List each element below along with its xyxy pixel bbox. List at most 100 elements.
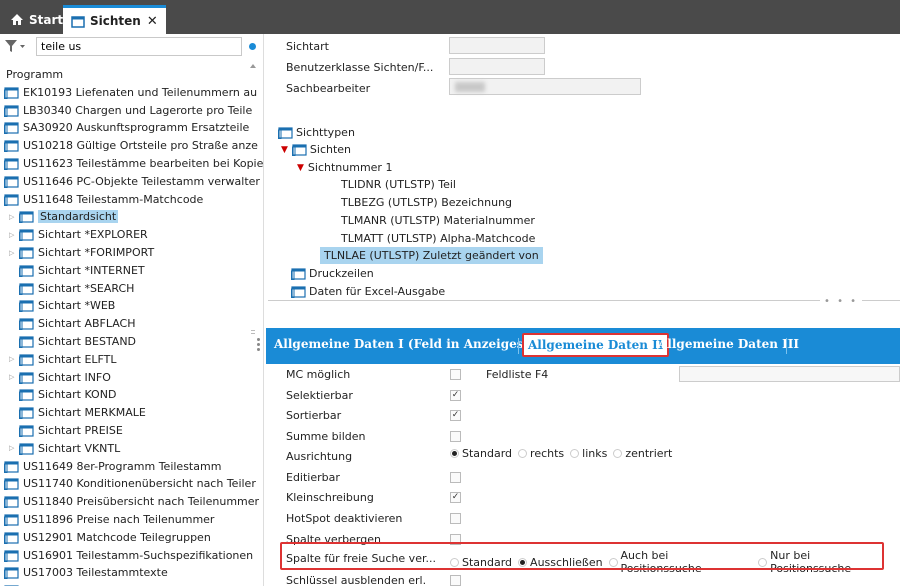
expand-triangle-icon[interactable]: ▼ xyxy=(281,145,288,155)
view-item[interactable]: ▷ Sichtart *FORIMPORT xyxy=(9,244,155,261)
tab-separator xyxy=(518,338,519,354)
view-item[interactable]: ▷ Sichtart ELFTL xyxy=(9,351,117,368)
ausrichtung-radio[interactable]: zentriert xyxy=(613,447,672,460)
field-label-sichtart: Sichtart xyxy=(286,40,329,53)
tab-sichten[interactable]: Sichten ✕ xyxy=(63,5,166,34)
program-item[interactable]: US11649 8er-Programm Teilestamm xyxy=(4,458,221,475)
structure-druckzeilen[interactable]: Druckzeilen xyxy=(291,265,374,282)
program-item[interactable]: US11648 Teilestamm-Matchcode xyxy=(4,191,203,208)
structure-field[interactable]: TLMANR (UTLSTP) Materialnummer xyxy=(341,212,535,229)
expand-caret-icon[interactable]: ▷ xyxy=(9,444,14,452)
view-item[interactable]: ▷ Sichtart VKNTL xyxy=(9,440,120,457)
program-item[interactable]: US10218 Gültige Ortsteile pro Straße anz… xyxy=(4,137,258,154)
tab-allgemeine-2[interactable]: Allgemeine Daten II xyxy=(522,333,670,357)
window-icon xyxy=(19,210,34,224)
expand-caret-icon[interactable]: ▷ xyxy=(9,231,14,239)
window-icon xyxy=(19,299,34,313)
property-label: Schlüssel ausblenden erl. xyxy=(286,574,427,587)
expand-caret-icon[interactable]: ▷ xyxy=(9,213,14,221)
more-dots[interactable]: • • • xyxy=(820,296,863,307)
structure-sichttypen[interactable]: Sichttypen xyxy=(278,124,355,141)
view-item[interactable]: Sichtart ABFLACH xyxy=(19,315,136,332)
property-checkbox[interactable] xyxy=(450,575,461,586)
tab-start[interactable]: Start xyxy=(4,5,69,34)
window-icon xyxy=(4,566,19,580)
program-item-label: US17003 Teilestammtexte xyxy=(23,566,168,580)
property-checkbox[interactable]: ✓ xyxy=(450,410,461,421)
window-icon xyxy=(4,157,19,170)
window-icon xyxy=(4,460,19,473)
window-icon xyxy=(4,121,19,135)
structure-sichten[interactable]: ▼ Sichten xyxy=(281,141,351,158)
program-item[interactable]: US11740 Konditionenübersicht nach Teiler xyxy=(4,475,256,492)
ausrichtung-radio[interactable]: rechts xyxy=(518,447,564,460)
property-checkbox[interactable] xyxy=(450,472,461,483)
program-item[interactable]: US11896 Preise nach Teilenummer xyxy=(4,511,214,528)
structure-field[interactable]: TLNLAE (UTLSTP) Zuletzt geändert von xyxy=(320,247,543,264)
program-item[interactable]: US17051 Auflistung Teilebezeichnungen xyxy=(4,582,244,586)
program-item-label: LB30340 Chargen und Lagerorte pro Teile xyxy=(23,103,253,117)
program-item-label: US11646 PC-Objekte Teilestamm verwalter xyxy=(23,174,260,188)
search-input[interactable] xyxy=(36,37,242,56)
property-checkbox[interactable] xyxy=(450,369,461,380)
ausrichtung-radio-label: zentriert xyxy=(625,447,673,460)
property-checkbox[interactable]: ✓ xyxy=(450,390,461,401)
close-icon[interactable]: ✕ xyxy=(147,14,158,29)
structure-field[interactable]: TLBEZG (UTLSTP) Bezeichnung xyxy=(341,194,512,211)
view-item[interactable]: Sichtart BESTAND xyxy=(19,333,136,350)
window-icon xyxy=(19,246,34,259)
structure-field[interactable]: TLIDNR (UTLSTP) Teil xyxy=(341,176,456,193)
program-item[interactable]: EK10193 Liefenaten und Teilenummern au xyxy=(4,84,257,101)
structure-sichttypen-label: Sichttypen xyxy=(296,126,355,139)
sichtart-field[interactable] xyxy=(449,37,545,54)
splitter-handle[interactable] xyxy=(257,336,261,356)
structure-sichtnummer[interactable]: ▼ Sichtnummer 1 xyxy=(297,159,392,176)
view-item[interactable]: Sichtart *WEB xyxy=(19,297,115,314)
program-item-label: EK10193 Liefenaten und Teilenummern au xyxy=(23,85,258,99)
program-item[interactable]: SA30920 Auskunftsprogramm Ersatzteile xyxy=(4,119,249,136)
view-item[interactable]: Sichtart PREISE xyxy=(19,422,123,439)
expand-triangle-icon[interactable]: ▼ xyxy=(297,163,304,173)
view-item[interactable]: Sichtart *INTERNET xyxy=(19,262,145,279)
view-item[interactable]: ▷ Sichtart INFO xyxy=(9,369,111,386)
ausrichtung-radio[interactable]: links xyxy=(570,447,607,460)
tab-allgemeine-3[interactable]: Allgemeine Daten III xyxy=(658,337,799,351)
window-icon xyxy=(4,495,19,509)
program-item-label: US11740 Konditionenübersicht nach Teiler xyxy=(23,477,256,491)
window-icon xyxy=(4,477,19,491)
window-icon xyxy=(4,531,19,544)
tree-root[interactable]: Programm xyxy=(6,66,63,83)
program-item[interactable]: US11646 PC-Objekte Teilestamm verwalter xyxy=(4,173,260,190)
expand-caret-icon[interactable]: ▷ xyxy=(9,355,14,363)
view-item[interactable]: Sichtart KOND xyxy=(19,386,116,403)
view-item[interactable]: Sichtart MERKMALE xyxy=(19,404,146,421)
view-item[interactable]: Sichtart *SEARCH xyxy=(19,280,134,297)
tab-allgemeine-1[interactable]: Allgemeine Daten I (Feld in Anzeigesicht… xyxy=(274,337,555,351)
program-item[interactable]: US17003 Teilestammtexte xyxy=(4,564,168,581)
feldliste-field[interactable] xyxy=(679,366,900,382)
program-item[interactable]: US11840 Preisübersicht nach Teilenummer xyxy=(4,493,259,510)
program-item[interactable]: LB30340 Chargen und Lagerorte pro Teile xyxy=(4,102,252,119)
view-item-label: Sichtart MERKMALE xyxy=(38,406,146,420)
program-item-label: US10218 Gültige Ortsteile pro Straße anz… xyxy=(23,139,258,153)
property-checkbox[interactable] xyxy=(450,431,461,442)
view-item[interactable]: ▷ Sichtart *EXPLORER xyxy=(9,226,148,243)
property-label: MC möglich xyxy=(286,368,351,381)
expand-caret-icon[interactable]: ▷ xyxy=(9,373,14,381)
program-item-label: US16901 Teilestamm-Suchspezifikationen xyxy=(23,548,254,562)
benutzerklasse-field[interactable] xyxy=(449,58,545,75)
property-checkbox[interactable]: ✓ xyxy=(450,492,461,503)
scrollbar[interactable] xyxy=(248,60,258,580)
filter-icon[interactable] xyxy=(4,39,26,53)
program-item[interactable]: US12901 Matchcode Teilegruppen xyxy=(4,529,211,546)
program-item[interactable]: US16901 Teilestamm-Suchspezifikationen xyxy=(4,547,253,564)
view-item[interactable]: ▷ Standardsicht xyxy=(9,208,119,225)
structure-field[interactable]: TLMATT (UTLSTP) Alpha-Matchcode xyxy=(341,230,535,247)
ausrichtung-radio[interactable]: Standard xyxy=(450,447,512,460)
expand-caret-icon[interactable]: ▷ xyxy=(9,249,14,257)
window-icon xyxy=(19,388,34,402)
view-item-label: Sichtart *FORIMPORT xyxy=(38,246,155,259)
structure-excel[interactable]: Daten für Excel-Ausgabe xyxy=(291,283,445,300)
property-checkbox[interactable] xyxy=(450,513,461,524)
program-item[interactable]: US11623 Teilestämme bearbeiten bei Kopie xyxy=(4,155,263,172)
